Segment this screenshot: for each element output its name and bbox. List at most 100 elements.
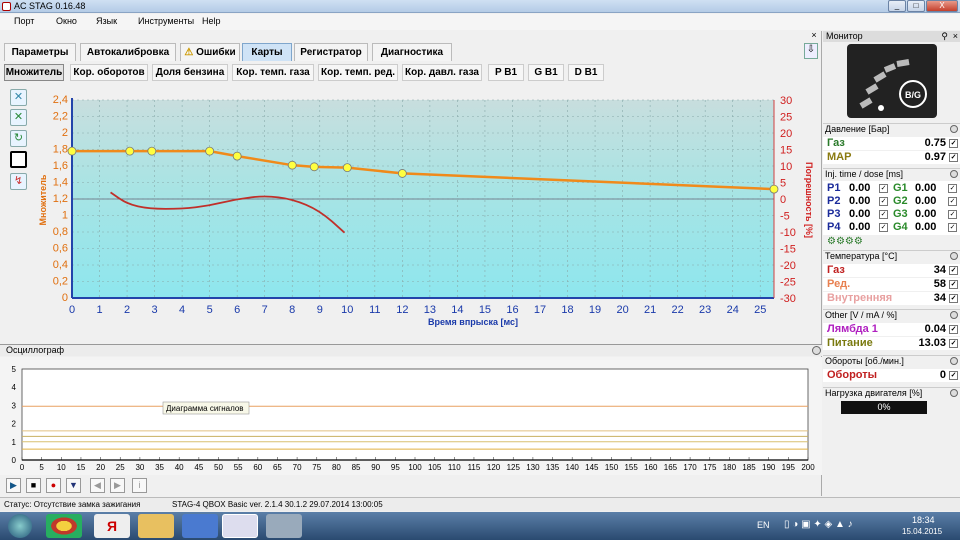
osc-tooltip-text: Диаграмма сигналов [166, 404, 244, 413]
reducer-temp-row: Ред. 58 ✓ [823, 278, 960, 291]
checkbox[interactable]: ✓ [949, 139, 958, 148]
pressure-header: Давление [Бар] [823, 123, 960, 135]
injector-icons: ⚙⚙⚙⚙ [827, 236, 863, 247]
gas-injector-value: 0.00 [915, 221, 937, 233]
osc-x-tick-label: 55 [234, 463, 243, 472]
checkbox[interactable]: ✓ [949, 325, 958, 334]
osc-x-tick-label: 125 [507, 463, 521, 472]
minimize-button[interactable]: _ [888, 0, 906, 12]
checkbox[interactable]: ✓ [949, 266, 958, 275]
osc-x-tick-label: 65 [273, 463, 282, 472]
osc-x-tick-label: 35 [155, 463, 164, 472]
osc-x-tick-label: 30 [135, 463, 144, 472]
load-header: Нагрузка двигателя [%] [823, 387, 960, 399]
folder-icon[interactable] [138, 514, 174, 538]
oscilloscope-chart: 5432100 5 10 15 20 25 30 35 40 45 50 55 60 65 70 75 80 85… [0, 357, 822, 475]
checkbox[interactable]: ✓ [879, 223, 888, 232]
osc-x-tick-label: 145 [585, 463, 599, 472]
checkbox[interactable]: ✓ [948, 197, 957, 206]
device-info: STAG-4 QBOX Basic ver. 2.1.4 30.1.2 29.0… [172, 500, 383, 509]
checkbox[interactable]: ✓ [948, 210, 957, 219]
osc-x-tick-label: 180 [723, 463, 737, 472]
osc-x-tick-label: 45 [194, 463, 203, 472]
osc-x-tick-label: 40 [175, 463, 184, 472]
media-icon[interactable] [182, 514, 218, 538]
ac-stag-icon[interactable] [222, 514, 258, 538]
osc-prev-button[interactable]: ◀ [90, 478, 105, 493]
gauge-icon: B/G [859, 59, 927, 111]
gas-injector-label: G1 [893, 182, 908, 194]
osc-x-tick-label: 110 [448, 463, 461, 472]
internal-temp-row: Внутренняя 34 ✓ [823, 292, 960, 305]
chrome-icon[interactable] [46, 514, 82, 538]
osc-next-button[interactable]: ▶ [110, 478, 125, 493]
osc-y-tick-label: 1 [12, 438, 17, 447]
checkbox[interactable]: ✓ [948, 184, 957, 193]
osc-info-button[interactable]: i [132, 478, 147, 493]
checkbox[interactable]: ✓ [949, 339, 958, 348]
bg-logo: B/G [847, 44, 937, 118]
checkbox[interactable]: ✓ [879, 197, 888, 206]
checkbox[interactable]: ✓ [879, 184, 888, 193]
pin-icon[interactable]: ⚲ [941, 31, 948, 42]
gas-temp-row: Газ 34 ✓ [823, 264, 960, 277]
osc-record-button[interactable]: ● [46, 478, 61, 493]
close-button[interactable]: X [926, 0, 958, 12]
yandex-icon[interactable]: Я [94, 514, 130, 538]
osc-down-button[interactable]: ▼ [66, 478, 81, 493]
other-header: Other [V / mA / %] [823, 309, 960, 321]
temperature-header: Температура [°C] [823, 250, 960, 262]
checkbox[interactable]: ✓ [948, 223, 957, 232]
logo-text: B/G [905, 90, 921, 100]
osc-x-tick-label: 170 [683, 463, 697, 472]
language-indicator[interactable]: EN [757, 520, 770, 530]
osc-x-tick-label: 5 [39, 463, 44, 472]
petrol-injector-value: 0.00 [849, 208, 871, 220]
gas-injector-label: G2 [893, 195, 908, 207]
maximize-button[interactable]: □ [907, 0, 925, 12]
monitor-panel: Монитор ⚲ × B/G Давление [Бар] Газ 0.75 ✓ MA… [823, 31, 960, 496]
osc-x-tick-label: 115 [468, 463, 481, 472]
checkbox[interactable]: ✓ [949, 294, 958, 303]
osc-x-tick-label: 160 [644, 463, 658, 472]
osc-y-tick-label: 3 [12, 401, 17, 410]
petrol-injector-label: P1 [827, 182, 841, 194]
gas-injector-value: 0.00 [915, 182, 937, 194]
gas-pressure-row: Газ 0.75 ✓ [823, 137, 960, 150]
checkbox[interactable]: ✓ [949, 280, 958, 289]
osc-x-tick-label: 150 [605, 463, 619, 472]
engine-load-value: 0% [877, 402, 891, 412]
monitor-title: Монитор ⚲ × [823, 31, 960, 42]
osc-play-button[interactable]: ▶ [6, 478, 21, 493]
osc-x-tick-label: 135 [546, 463, 560, 472]
osc-x-tick-label: 20 [96, 463, 105, 472]
petrol-injector-value: 0.00 [849, 221, 871, 233]
start-button[interactable] [8, 514, 32, 538]
map-pressure-row: MAP 0.97 ✓ [823, 151, 960, 164]
paint-icon[interactable] [266, 514, 302, 538]
osc-y-tick-label: 2 [12, 420, 17, 429]
checkbox[interactable]: ✓ [949, 153, 958, 162]
osc-x-tick-label: 100 [408, 463, 422, 472]
checkbox[interactable]: ✓ [949, 371, 958, 380]
osc-x-tick-label: 195 [782, 463, 796, 472]
monitor-close-icon[interactable]: × [953, 31, 958, 41]
osc-y-tick-label: 5 [12, 365, 17, 374]
osc-x-tick-label: 140 [566, 463, 580, 472]
osc-x-tick-label: 165 [664, 463, 678, 472]
petrol-injector-value: 0.00 [849, 195, 871, 207]
osc-x-tick-label: 185 [742, 463, 756, 472]
petrol-injector-value: 0.00 [849, 182, 871, 194]
status-text: Статус: Отсутствие замка зажигания [4, 500, 141, 509]
osc-stop-button[interactable]: ■ [26, 478, 41, 493]
osc-x-tick-label: 60 [253, 463, 262, 472]
gas-injector-label: G4 [893, 221, 908, 233]
osc-x-tick-label: 10 [57, 463, 66, 472]
osc-x-tick-label: 80 [332, 463, 341, 472]
osc-x-tick-label: 120 [487, 463, 501, 472]
status-bar: Статус: Отсутствие замка зажигания STAG-… [0, 497, 960, 511]
osc-x-tick-label: 105 [428, 463, 442, 472]
clock-time: 18:34 [912, 515, 935, 525]
osc-x-tick-label: 175 [703, 463, 717, 472]
checkbox[interactable]: ✓ [879, 210, 888, 219]
